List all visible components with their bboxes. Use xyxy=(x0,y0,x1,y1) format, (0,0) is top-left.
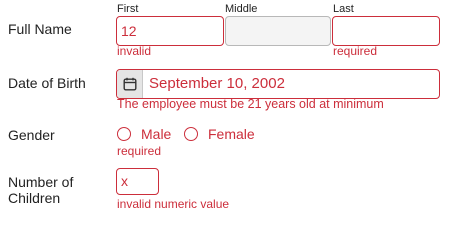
gender-error: required xyxy=(117,144,162,158)
children-input[interactable]: x xyxy=(116,168,159,195)
gender-female-label[interactable]: Female xyxy=(208,126,255,142)
full-name-label: Full Name xyxy=(8,21,72,37)
last-name-error: required xyxy=(333,44,378,58)
children-label-line2: Children xyxy=(8,190,61,206)
date-of-birth-error: The employee must be 21 years old at min… xyxy=(117,97,384,111)
last-name-sublabel: Last xyxy=(333,3,354,15)
children-value: x xyxy=(121,173,128,189)
date-of-birth-label: Date of Birth xyxy=(8,75,86,91)
children-error: invalid numeric value xyxy=(117,197,230,211)
first-name-value: 12 xyxy=(121,23,137,39)
date-of-birth-value: September 10, 2002 xyxy=(149,75,285,92)
last-name-input[interactable] xyxy=(332,16,440,46)
middle-name-input[interactable] xyxy=(225,16,331,46)
first-name-sublabel: First xyxy=(117,3,139,15)
first-name-error: invalid xyxy=(117,44,152,58)
children-label-line1: Number of xyxy=(8,174,74,190)
calendar-button[interactable] xyxy=(117,70,143,98)
middle-name-sublabel: Middle xyxy=(225,3,258,15)
gender-male-label[interactable]: Male xyxy=(141,126,171,142)
first-name-input[interactable]: 12 xyxy=(116,16,224,46)
gender-female-radio[interactable] xyxy=(184,127,198,141)
gender-male-radio[interactable] xyxy=(117,127,131,141)
calendar-icon xyxy=(123,77,137,91)
date-of-birth-input[interactable]: September 10, 2002 xyxy=(116,69,440,99)
gender-label: Gender xyxy=(8,127,55,143)
